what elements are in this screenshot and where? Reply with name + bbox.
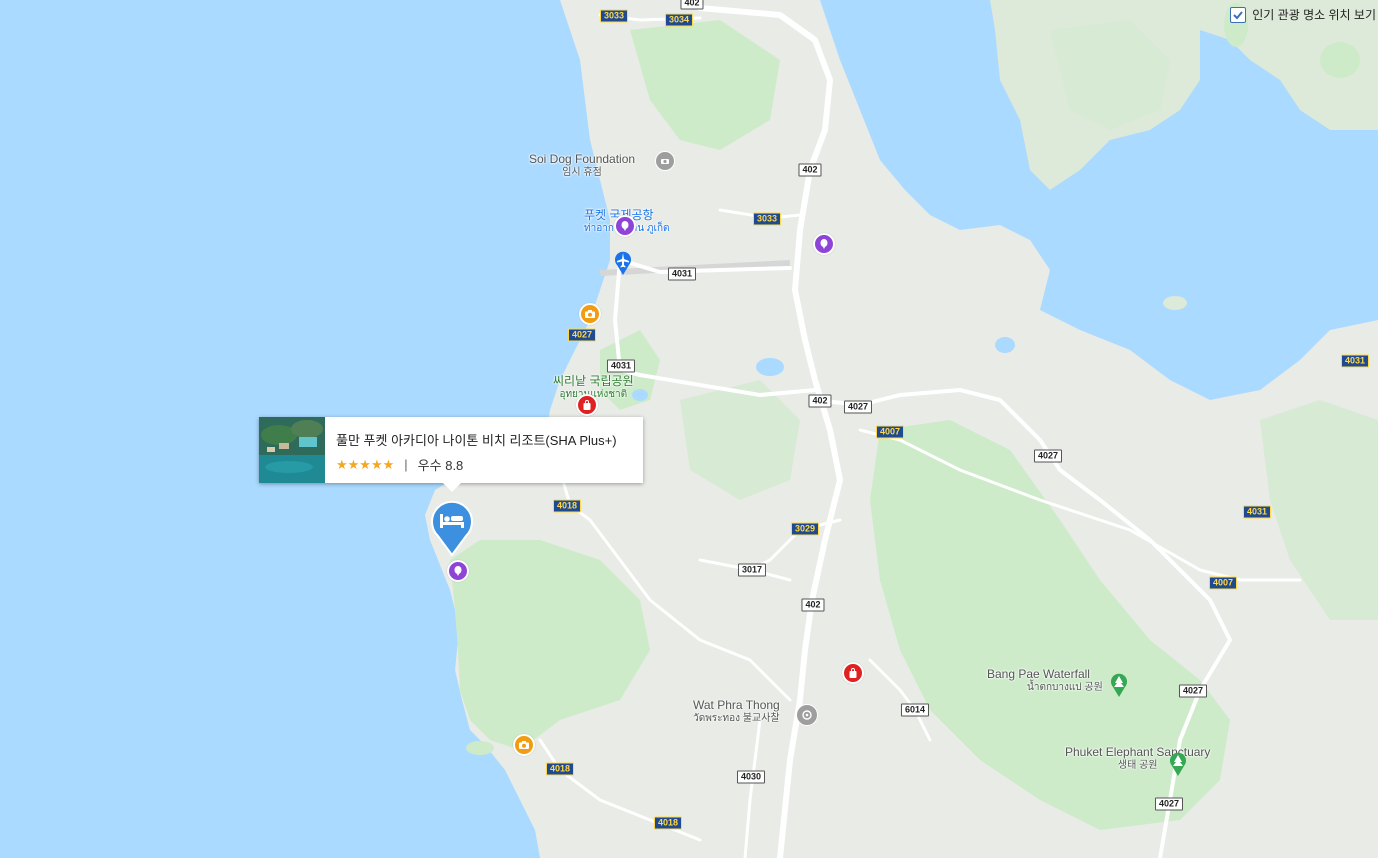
map-canvas[interactable] [0,0,1378,858]
road-shield: 3033 [599,9,629,23]
road-shield: 4031 [606,359,636,373]
road-shield: 402 [808,394,832,408]
road-shield: 4027 [567,328,597,342]
road-shield: 4027 [1154,797,1184,811]
checkmark-icon [1233,10,1244,19]
road-shield: 3029 [790,522,820,536]
airport-icon[interactable] [612,249,634,275]
road-shield: 4027 [843,400,873,414]
popular-places-checkbox[interactable] [1230,6,1247,23]
road-shield: 4027 [1178,684,1208,698]
island [1163,296,1187,310]
road-shield: 4018 [552,499,582,513]
road-shield: 4031 [1340,354,1370,368]
road-shield: 4007 [1208,576,1238,590]
balloon-icon [454,566,462,576]
attraction-marker[interactable] [813,233,835,255]
shopping-bag-icon [583,400,591,410]
road-shield: 4031 [1242,505,1272,519]
road-shield: 4027 [1033,449,1063,463]
hotel-thumbnail[interactable] [259,417,325,483]
balloon-icon [621,221,629,231]
place-wat-phra-thong[interactable]: Wat Phra Thong วัดพระทอง 불교사찰 [693,699,780,725]
attraction-marker[interactable] [447,560,469,582]
photo-spot-marker[interactable] [513,734,535,756]
balloon-icon [820,239,828,249]
review-rating: 우수 8.8 [417,458,464,473]
road-shield: 4018 [545,762,575,776]
shopping-bag-icon [849,668,857,678]
hotel-info-card[interactable]: 풀만 푸켓 아카디아 나이톤 비치 리조트(SHA Plus+) ★★★★★ |… [259,417,643,492]
road-shield: 4007 [875,425,905,439]
road-shield: 402 [801,598,825,612]
island [466,741,494,755]
road-shield: 6014 [900,703,930,717]
place-soi-dog-foundation[interactable]: Soi Dog Foundation 임시 휴점 [529,153,635,179]
place-bang-pae-waterfall[interactable]: Bang Pae Waterfall น้ำตกบางแป 공원 [987,668,1103,694]
road-shield: 3033 [752,212,782,226]
road-shield: 3034 [664,13,694,27]
popular-places-toggle[interactable]: 인기 관광 명소 위치 보기 [1226,4,1378,25]
park-icon[interactable] [1108,671,1130,697]
star-rating: ★★★★★ [336,456,395,472]
park-icon[interactable] [1167,750,1189,776]
camera-icon[interactable] [655,151,675,171]
temple-icon[interactable] [796,704,818,726]
road-shield: 4031 [667,267,697,281]
road-shield: 4018 [653,816,683,830]
shopping-marker[interactable] [842,662,864,684]
lake [756,358,784,376]
camera-icon [519,741,529,749]
separator: | [404,457,408,472]
map[interactable]: Soi Dog Foundation 임시 휴점 푸켓 국제공항 ท่าอากา… [0,0,1378,858]
hotel-name[interactable]: 풀만 푸켓 아카디아 나이톤 비치 리조트(SHA Plus+) [336,430,617,449]
camera-icon [585,310,595,318]
attraction-marker[interactable] [614,215,636,237]
popular-places-label: 인기 관광 명소 위치 보기 [1252,8,1376,22]
road-shield: 4030 [736,770,766,784]
hotel-marker[interactable] [430,500,474,557]
lake [995,337,1015,353]
shopping-marker[interactable] [576,394,598,416]
island [1320,42,1360,78]
road-shield: 402 [798,163,822,177]
lake [632,389,648,401]
photo-spot-marker[interactable] [579,303,601,325]
road-shield: 3017 [737,563,767,577]
road-shield: 402 [680,0,704,10]
